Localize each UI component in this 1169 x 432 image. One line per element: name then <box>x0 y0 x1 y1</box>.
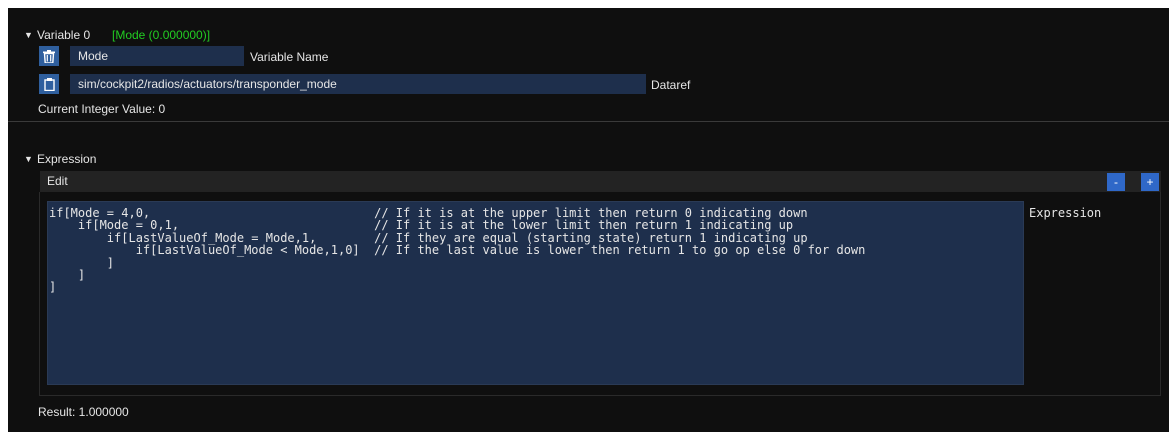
expression-editor[interactable]: if[Mode = 4,0, // If it is at the upper … <box>47 201 1024 385</box>
trash-icon <box>43 49 55 63</box>
dataref-input[interactable]: sim/cockpit2/radios/actuators/transponde… <box>70 74 646 94</box>
variable-name-label: Variable Name <box>250 50 329 64</box>
edit-bar: Edit <box>40 171 1161 192</box>
variable-header[interactable]: Variable 0 <box>37 28 90 42</box>
app-window: ▼ Variable 0 [Mode (0.000000)] Mode Vari… <box>8 8 1169 432</box>
current-value-text: Current Integer Value: 0 <box>38 102 166 116</box>
collapse-arrow-icon[interactable]: ▼ <box>24 30 33 40</box>
delete-variable-button[interactable] <box>39 46 59 66</box>
collapse-arrow-icon[interactable]: ▼ <box>24 154 33 164</box>
variable-name-input[interactable]: Mode <box>70 46 244 66</box>
expression-field-label: Expression <box>1029 206 1102 220</box>
decrease-font-button[interactable]: - <box>1107 173 1125 191</box>
separator <box>8 121 1169 122</box>
expression-header[interactable]: Expression <box>37 152 96 166</box>
dataref-label: Dataref <box>651 78 691 92</box>
clipboard-icon <box>43 77 55 91</box>
expression-code[interactable]: if[Mode = 4,0, // If it is at the upper … <box>49 207 865 294</box>
edit-label: Edit <box>47 174 68 188</box>
variable-status: [Mode (0.000000)] <box>112 28 211 42</box>
increase-font-button[interactable]: + <box>1141 173 1159 191</box>
paste-dataref-button[interactable] <box>39 74 59 94</box>
result-text: Result: 1.000000 <box>38 405 129 419</box>
